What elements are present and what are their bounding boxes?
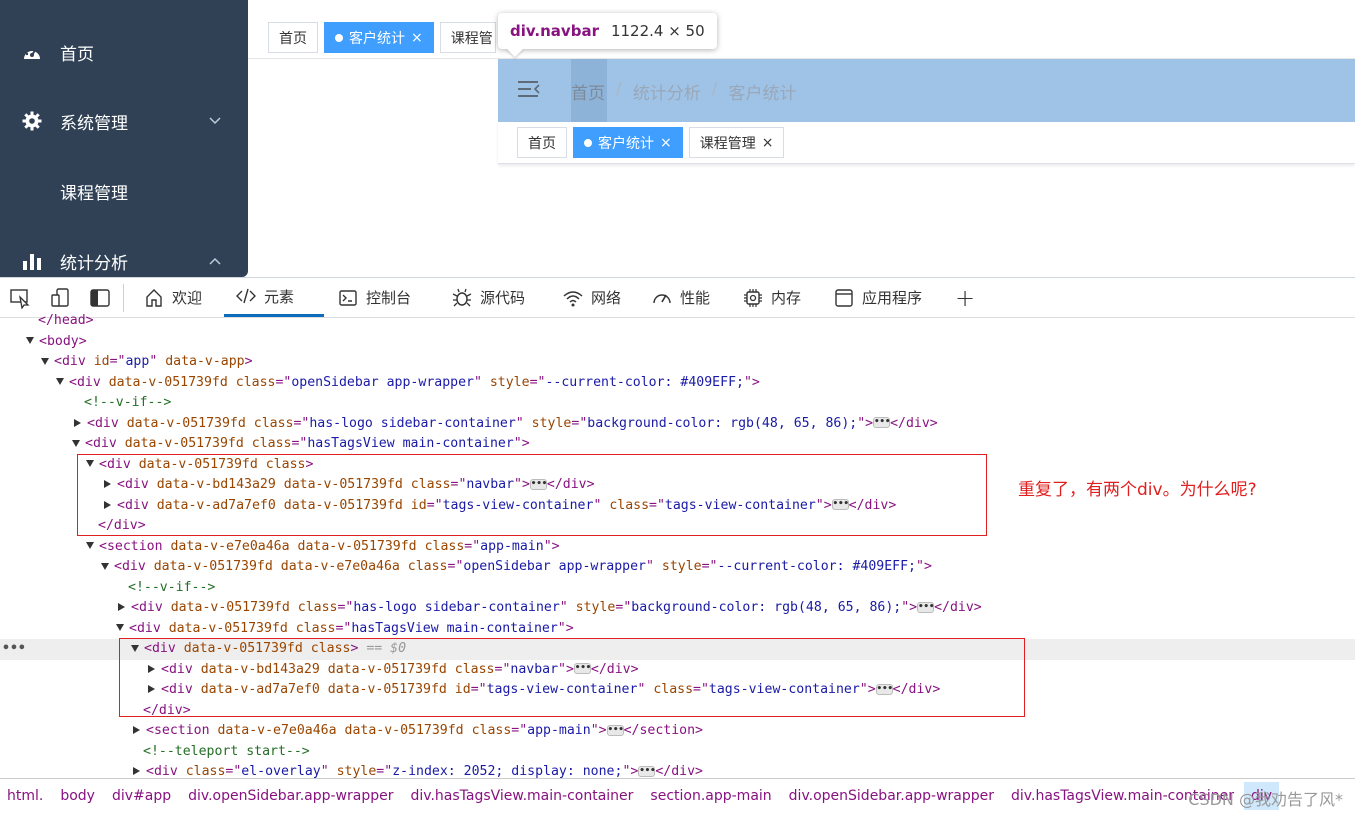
sidebar-item-course[interactable]: 课程管理 bbox=[0, 166, 248, 216]
dom-node[interactable]: <section data-v-e7e0a46a data-v-051739fd… bbox=[0, 537, 1355, 558]
annotation-box bbox=[77, 454, 987, 536]
chip-icon bbox=[744, 288, 762, 307]
tab-label: 应用程序 bbox=[862, 289, 923, 307]
breadcrumb-item[interactable]: 首页 bbox=[571, 79, 605, 104]
dom-breadcrumb-item[interactable]: html. bbox=[7, 788, 43, 804]
gauge-icon bbox=[653, 293, 671, 303]
sidebar: 首页 系统管理 课程管理 统计分析 bbox=[0, 0, 248, 277]
tab-label: 欢迎 bbox=[172, 289, 203, 307]
dom-comment[interactable]: <!--v-if--> bbox=[0, 578, 1355, 599]
tab-label: 控制台 bbox=[366, 289, 412, 307]
tag-label: 客户统计 bbox=[598, 135, 654, 152]
tag-label: 首页 bbox=[279, 30, 307, 47]
tag-home[interactable]: 首页 bbox=[268, 22, 318, 53]
annotation-text: 重复了，有两个div。为什么呢? bbox=[1018, 480, 1257, 500]
tag-label: 客户统计 bbox=[349, 30, 405, 47]
tags-view: 首页 客户统计 × 课程管 bbox=[268, 22, 496, 54]
tag-label: 课程管 bbox=[450, 30, 493, 47]
sidebar-item-stats[interactable]: 统计分析 bbox=[0, 236, 248, 277]
devtools-panel: 欢迎 元素 控制台 源代码 网络 性能 内存 应用程序 + </head> <b… bbox=[0, 277, 1355, 817]
active-dot-icon bbox=[584, 138, 592, 147]
element-tooltip: div.navbar 1122.4 × 50 bbox=[498, 13, 717, 49]
dom-node[interactable]: <section data-v-e7e0a46a data-v-051739fd… bbox=[0, 721, 1355, 742]
tag-customer-stats[interactable]: 客户统计 × bbox=[573, 127, 683, 158]
tab-label: 源代码 bbox=[480, 289, 526, 307]
dom-node[interactable]: <div data-v-051739fd class="has-logo sid… bbox=[0, 414, 1355, 435]
device-emulation-icon[interactable] bbox=[50, 287, 72, 309]
hamburger-icon[interactable] bbox=[518, 79, 540, 99]
tag-course[interactable]: 课程管 bbox=[439, 22, 496, 53]
sidebar-item-label: 统计分析 bbox=[60, 253, 128, 274]
close-icon[interactable]: × bbox=[411, 30, 423, 46]
dom-node[interactable]: <div data-v-051739fd class="has-logo sid… bbox=[0, 598, 1355, 619]
toolbar-separator bbox=[123, 284, 124, 312]
breadcrumb: 首页 / 统计分析 / 客户统计 bbox=[571, 79, 796, 104]
dom-breadcrumb-bar: html. body div#app div.openSidebar.app-w… bbox=[0, 778, 1355, 812]
sidebar-item-home[interactable]: 首页 bbox=[0, 27, 248, 77]
tooltip-element-name: div.navbar bbox=[510, 22, 599, 40]
dom-breadcrumb-item[interactable]: div.openSidebar.app-wrapper bbox=[188, 788, 393, 804]
home-icon bbox=[146, 288, 162, 307]
tooltip-element-size: 1122.4 × 50 bbox=[610, 22, 705, 40]
close-icon[interactable]: × bbox=[762, 135, 774, 151]
console-icon bbox=[339, 289, 357, 306]
breadcrumb-separator: / bbox=[616, 79, 622, 99]
watermark: CSDN @我劝告了风* bbox=[1188, 790, 1343, 809]
more-options-icon[interactable]: ••• bbox=[2, 639, 26, 660]
dom-node[interactable]: </head> bbox=[0, 311, 1355, 332]
tags-view-secondary: 首页 客户统计 × 课程管理 × bbox=[498, 122, 1355, 164]
app-icon bbox=[835, 288, 853, 307]
tooltip-arrow bbox=[506, 48, 524, 57]
breadcrumb-item: 客户统计 bbox=[728, 84, 797, 104]
dom-breadcrumb-item[interactable]: div#app bbox=[112, 788, 171, 804]
navbar-highlight: 首页 / 统计分析 / 客户统计 bbox=[498, 59, 1355, 122]
sidebar-item-label: 首页 bbox=[60, 44, 94, 65]
chevron-up-icon bbox=[209, 257, 221, 265]
annotation-box bbox=[119, 638, 1025, 717]
dom-breadcrumb-item[interactable]: div.hasTagsView.main-container bbox=[410, 788, 633, 804]
dom-node[interactable]: <div data-v-051739fd class="openSidebar … bbox=[0, 373, 1355, 394]
dashboard-icon bbox=[22, 42, 42, 62]
tab-label: 性能 bbox=[680, 289, 711, 307]
gear-icon bbox=[22, 111, 42, 131]
tag-customer-stats[interactable]: 客户统计 × bbox=[324, 22, 434, 53]
dom-breadcrumb-item[interactable]: body bbox=[60, 788, 95, 804]
wifi-icon bbox=[563, 290, 583, 306]
dom-node[interactable]: <div data-v-051739fd class="hasTagsView … bbox=[0, 619, 1355, 640]
dom-node[interactable]: <div id="app" data-v-app> bbox=[0, 352, 1355, 373]
close-icon[interactable]: × bbox=[660, 135, 672, 151]
dom-comment[interactable]: <!--v-if--> bbox=[0, 393, 1355, 414]
breadcrumb-item[interactable]: 统计分析 bbox=[633, 79, 701, 104]
dom-comment[interactable]: <!--teleport start--> bbox=[0, 742, 1355, 763]
sidebar-item-system[interactable]: 系统管理 bbox=[0, 96, 248, 146]
tab-label: 网络 bbox=[591, 289, 622, 307]
active-dot-icon bbox=[335, 33, 343, 42]
dom-node[interactable]: <div data-v-051739fd class="hasTagsView … bbox=[0, 434, 1355, 455]
breadcrumb-separator: / bbox=[711, 79, 718, 99]
bug-icon bbox=[452, 288, 472, 306]
inspect-icon[interactable] bbox=[9, 287, 31, 309]
dom-breadcrumb-item[interactable]: div.openSidebar.app-wrapper bbox=[789, 788, 994, 804]
tag-course[interactable]: 课程管理 × bbox=[688, 127, 785, 158]
dock-icon[interactable] bbox=[89, 287, 111, 309]
code-icon bbox=[236, 288, 256, 304]
sidebar-item-label: 课程管理 bbox=[60, 183, 128, 204]
bar-chart-icon bbox=[22, 251, 42, 271]
app-preview: 首页 系统管理 课程管理 统计分析 首页 客户统计 × 课程管 首页 / 统计分… bbox=[0, 0, 1355, 277]
tag-label: 课程管理 bbox=[699, 135, 756, 152]
dom-node[interactable]: <body> bbox=[0, 332, 1355, 353]
tab-label: 元素 bbox=[264, 287, 295, 306]
tab-label: 内存 bbox=[771, 289, 802, 307]
sidebar-item-label: 系统管理 bbox=[60, 113, 128, 134]
dom-breadcrumb-item[interactable]: section.app-main bbox=[650, 788, 771, 804]
tag-home[interactable]: 首页 bbox=[517, 127, 567, 158]
tag-label: 首页 bbox=[528, 135, 556, 152]
chevron-down-icon bbox=[209, 117, 221, 125]
dom-node[interactable]: <div data-v-051739fd data-v-e7e0a46a cla… bbox=[0, 557, 1355, 578]
